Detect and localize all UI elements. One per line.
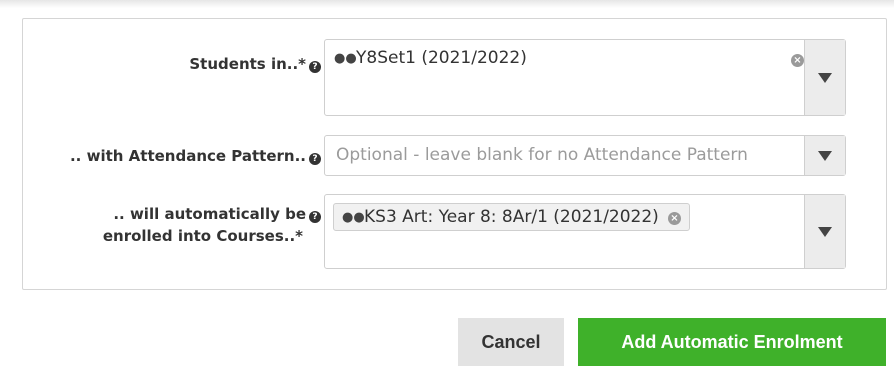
students-label-text: Students in..* (189, 55, 306, 73)
course-chip-text: KS3 Art: Year 8: 8Ar/1 (2021/2022) (364, 207, 659, 227)
courses-dropdown-button[interactable] (804, 195, 845, 268)
attendance-pattern-select[interactable]: Optional - leave blank for no Attendance… (324, 135, 846, 176)
users-icon: ●● (334, 51, 357, 66)
question-circle-icon[interactable]: ? (309, 153, 321, 165)
attendance-placeholder-wrap: Optional - leave blank for no Attendance… (336, 145, 748, 165)
courses-select[interactable]: ●●KS3 Art: Year 8: 8Ar/1 (2021/2022) × (324, 194, 846, 269)
students-value-text: Y8Set1 (2021/2022) (356, 48, 527, 68)
attendance-dropdown-button[interactable] (804, 136, 845, 175)
top-shadow (0, 0, 894, 8)
students-dropdown-button[interactable] (804, 40, 845, 115)
attendance-placeholder: Optional - leave blank for no Attendance… (336, 145, 748, 165)
students-select[interactable]: ●●Y8Set1 (2021/2022) × (324, 39, 846, 116)
courses-label: .. will automatically be? enrolled into … (103, 203, 321, 247)
courses-label-line2: enrolled into Courses..* (102, 227, 303, 245)
question-circle-icon[interactable]: ? (309, 211, 321, 223)
remove-course-icon[interactable]: × (667, 212, 681, 225)
students-selected-value: ●●Y8Set1 (2021/2022) (334, 48, 527, 68)
users-icon: ●● (342, 210, 365, 225)
question-circle-icon[interactable]: ? (309, 61, 321, 73)
attendance-label: .. with Attendance Pattern..? (70, 145, 321, 167)
course-chip: ●●KS3 Art: Year 8: 8Ar/1 (2021/2022) × (333, 203, 690, 231)
clear-selection-icon[interactable]: × (791, 54, 804, 67)
add-automatic-enrolment-button[interactable]: Add Automatic Enrolment (578, 318, 886, 366)
students-label: Students in..*? (189, 53, 321, 75)
attendance-label-text: .. with Attendance Pattern.. (69, 147, 306, 165)
courses-label-line1: .. will automatically be (113, 205, 306, 223)
cancel-button[interactable]: Cancel (458, 318, 564, 366)
